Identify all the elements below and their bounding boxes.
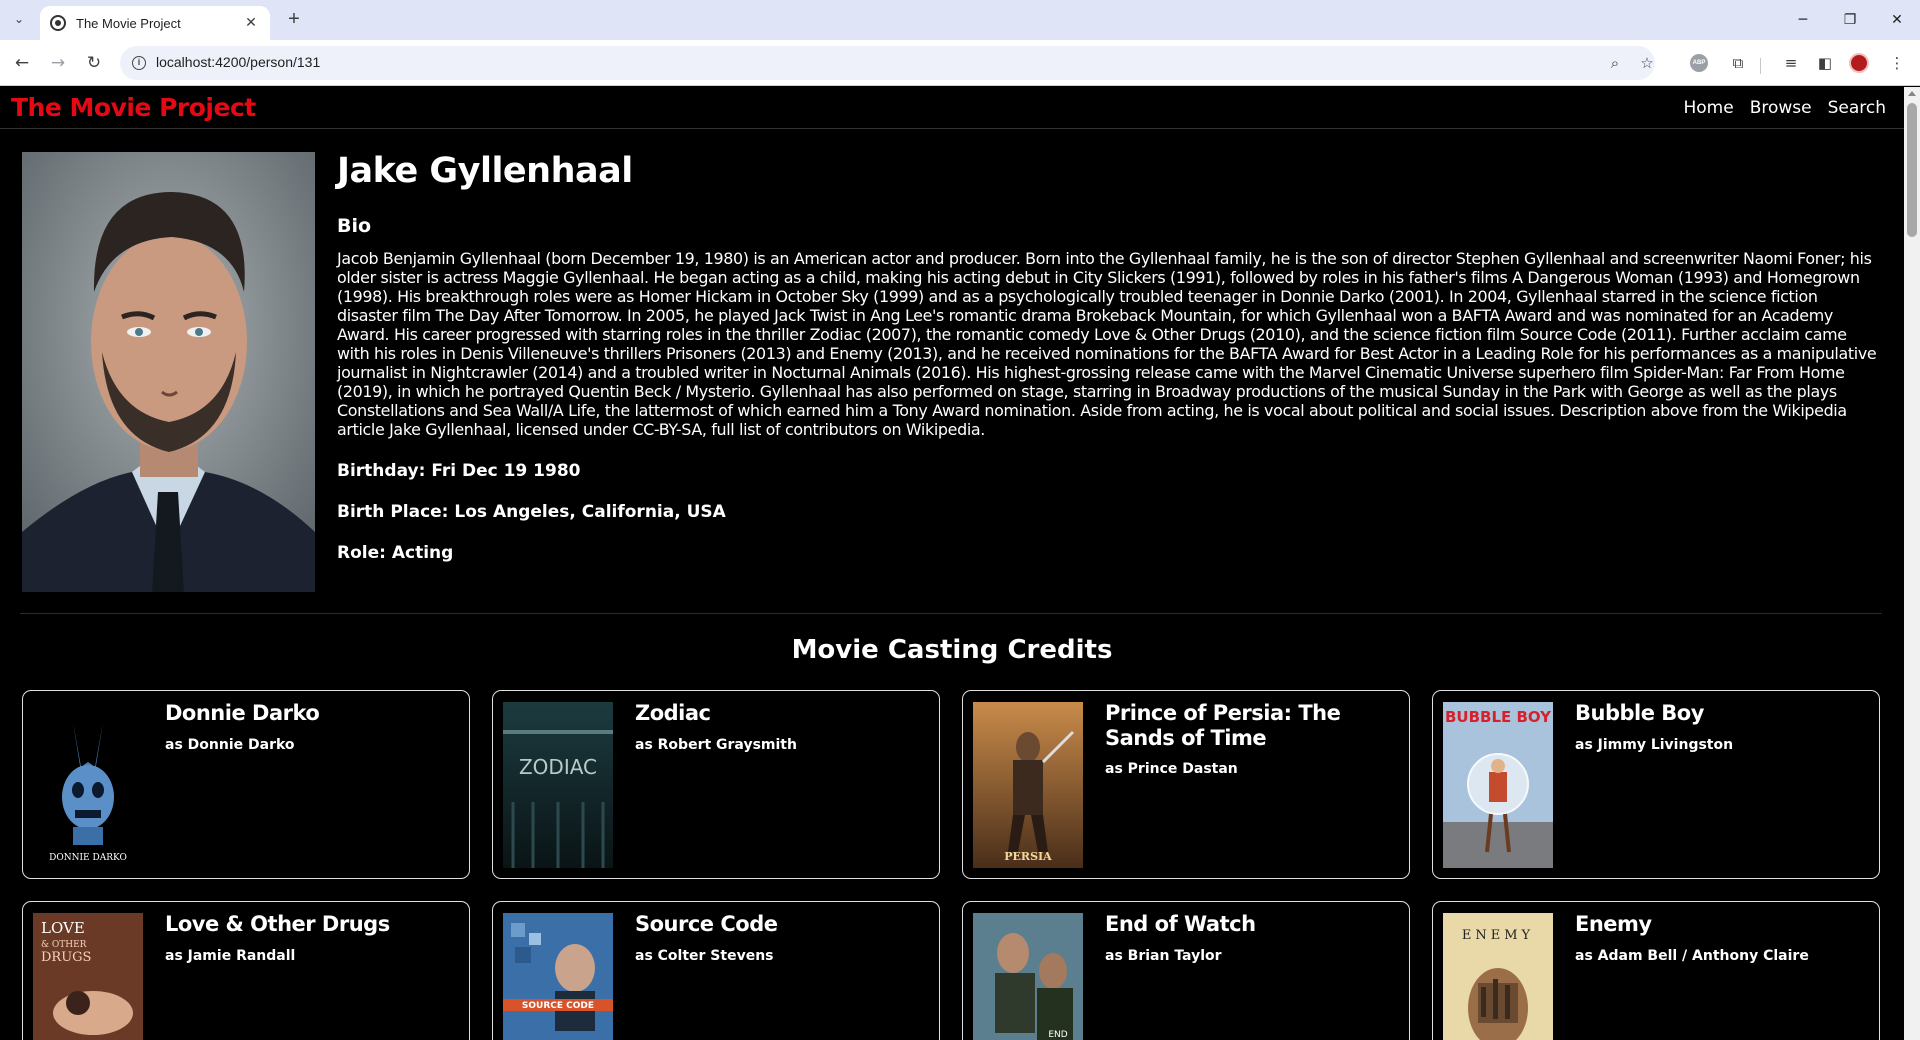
section-divider bbox=[20, 613, 1882, 614]
svg-text:LOVE: LOVE bbox=[41, 919, 85, 937]
credit-title[interactable]: Prince of Persia: The Sands of Time bbox=[1105, 701, 1395, 751]
svg-text:ENEMY: ENEMY bbox=[1462, 928, 1534, 943]
svg-text:BUBBLE BOY: BUBBLE BOY bbox=[1445, 708, 1552, 726]
side-panel-icon[interactable]: ◧ bbox=[1812, 50, 1838, 76]
site-info-icon[interactable]: i bbox=[132, 56, 146, 70]
site-navbar: The Movie Project Home Browse Search bbox=[0, 87, 1904, 129]
credit-character: as Donnie Darko bbox=[165, 737, 295, 753]
credit-card[interactable]: END WATCH End of Watch as Brian Taylor bbox=[962, 901, 1410, 1040]
credit-card[interactable]: BUBBLE BOY Bubble Boy as Jimmy Livingsto… bbox=[1432, 690, 1880, 879]
browser-toolbar: ← → ↻ i localhost:4200/person/131 ⌕ ☆ AB… bbox=[0, 40, 1920, 86]
scrollbar-thumb[interactable] bbox=[1907, 103, 1917, 237]
svg-text:SOURCE CODE: SOURCE CODE bbox=[522, 1001, 594, 1011]
movie-poster: END WATCH bbox=[973, 913, 1083, 1040]
movie-poster: ZODIAC bbox=[503, 702, 613, 868]
person-name: Jake Gyllenhaal bbox=[337, 151, 633, 191]
media-controls-icon[interactable]: ≡ bbox=[1778, 50, 1804, 76]
adblock-extension-icon[interactable]: ABP bbox=[1686, 50, 1712, 76]
svg-text:& OTHER: & OTHER bbox=[41, 940, 87, 950]
tab-title: The Movie Project bbox=[76, 15, 181, 31]
credit-card[interactable]: SOURCE CODE Source Code as Colter Steven… bbox=[492, 901, 940, 1040]
credit-character: as Adam Bell / Anthony Claire bbox=[1575, 948, 1809, 964]
nav-search-link[interactable]: Search bbox=[1828, 98, 1886, 118]
profile-photo bbox=[22, 152, 315, 592]
credit-title[interactable]: Love & Other Drugs bbox=[165, 912, 455, 937]
credit-character: as Jimmy Livingston bbox=[1575, 737, 1734, 753]
credit-title[interactable]: Donnie Darko bbox=[165, 701, 455, 726]
credit-title[interactable]: Zodiac bbox=[635, 701, 925, 726]
page-viewport: The Movie Project Home Browse Search Jak… bbox=[0, 87, 1904, 1040]
credit-card[interactable]: PERSIA Prince of Persia: The Sands of Ti… bbox=[962, 690, 1410, 879]
browser-tab-strip: ⌄ The Movie Project ✕ + ─ ❐ ✕ bbox=[0, 0, 1920, 40]
profile-avatar[interactable] bbox=[1846, 50, 1872, 76]
credit-character: as Brian Taylor bbox=[1105, 948, 1222, 964]
credit-character: as Prince Dastan bbox=[1105, 761, 1238, 777]
credit-card[interactable]: DONNIE DARKO Donnie Darko as Donnie Dark… bbox=[22, 690, 470, 879]
address-bar[interactable]: i localhost:4200/person/131 ⌕ ☆ bbox=[120, 46, 1655, 80]
role: Role: Acting bbox=[337, 543, 454, 563]
credit-character: as Jamie Randall bbox=[165, 948, 296, 964]
credit-title[interactable]: Source Code bbox=[635, 912, 925, 937]
extensions-puzzle-icon[interactable]: ⧉ bbox=[1725, 50, 1751, 76]
tab-close-icon[interactable]: ✕ bbox=[242, 15, 260, 31]
forward-icon[interactable]: → bbox=[44, 49, 72, 77]
nav-home-link[interactable]: Home bbox=[1683, 98, 1733, 118]
nav-links: Home Browse Search bbox=[1683, 98, 1886, 118]
browser-tab[interactable]: The Movie Project ✕ bbox=[40, 6, 270, 40]
credit-card[interactable]: ZODIAC Zodiac as Robert Graysmith bbox=[492, 690, 940, 879]
svg-text:DRUGS: DRUGS bbox=[41, 950, 91, 965]
credit-character: as Robert Graysmith bbox=[635, 737, 797, 753]
movie-poster: SOURCE CODE bbox=[503, 913, 613, 1040]
close-window-icon[interactable]: ✕ bbox=[1874, 0, 1920, 40]
credit-card[interactable]: LOVE & OTHER DRUGS Love & Other Drugs as… bbox=[22, 901, 470, 1040]
browser-menu-icon[interactable]: ⋮ bbox=[1884, 50, 1910, 76]
svg-text:DONNIE DARKO: DONNIE DARKO bbox=[49, 853, 127, 863]
back-icon[interactable]: ← bbox=[8, 49, 36, 77]
scroll-up-arrow-icon[interactable] bbox=[1908, 91, 1916, 96]
credit-title[interactable]: Bubble Boy bbox=[1575, 701, 1865, 726]
credit-title[interactable]: End of Watch bbox=[1105, 912, 1395, 937]
svg-text:PERSIA: PERSIA bbox=[1004, 850, 1052, 863]
nav-browse-link[interactable]: Browse bbox=[1750, 98, 1812, 118]
bookmark-star-icon[interactable]: ☆ bbox=[1636, 52, 1658, 74]
favicon-icon bbox=[50, 15, 66, 31]
birthday: Birthday: Fri Dec 19 1980 bbox=[337, 461, 581, 481]
restore-icon[interactable]: ❐ bbox=[1827, 0, 1873, 40]
movie-poster: BUBBLE BOY bbox=[1443, 702, 1553, 868]
movie-poster: DONNIE DARKO bbox=[33, 702, 143, 868]
site-brand[interactable]: The Movie Project bbox=[11, 93, 256, 122]
minimize-icon[interactable]: ─ bbox=[1780, 0, 1826, 40]
birth-place: Birth Place: Los Angeles, California, US… bbox=[337, 502, 726, 522]
bio-heading: Bio bbox=[337, 215, 372, 237]
new-tab-icon[interactable]: + bbox=[282, 8, 306, 32]
svg-text:ZODIAC: ZODIAC bbox=[519, 755, 597, 779]
movie-poster: ENEMY bbox=[1443, 913, 1553, 1040]
url-text[interactable]: localhost:4200/person/131 bbox=[156, 54, 320, 70]
movie-poster: LOVE & OTHER DRUGS bbox=[33, 913, 143, 1040]
page-scrollbar[interactable] bbox=[1904, 87, 1920, 1040]
credits-heading: Movie Casting Credits bbox=[791, 635, 1113, 665]
credit-card[interactable]: ENEMY Enemy as Adam Bell / Anthony Clair… bbox=[1432, 901, 1880, 1040]
reload-icon[interactable]: ↻ bbox=[80, 49, 108, 77]
movie-poster: PERSIA bbox=[973, 702, 1083, 868]
tab-search-chevron-icon[interactable]: ⌄ bbox=[8, 8, 30, 30]
credit-title[interactable]: Enemy bbox=[1575, 912, 1865, 937]
credit-character: as Colter Stevens bbox=[635, 948, 774, 964]
zoom-icon[interactable]: ⌕ bbox=[1604, 52, 1626, 74]
bio-text: Jacob Benjamin Gyllenhaal (born December… bbox=[337, 249, 1877, 439]
toolbar-separator bbox=[1760, 58, 1761, 74]
